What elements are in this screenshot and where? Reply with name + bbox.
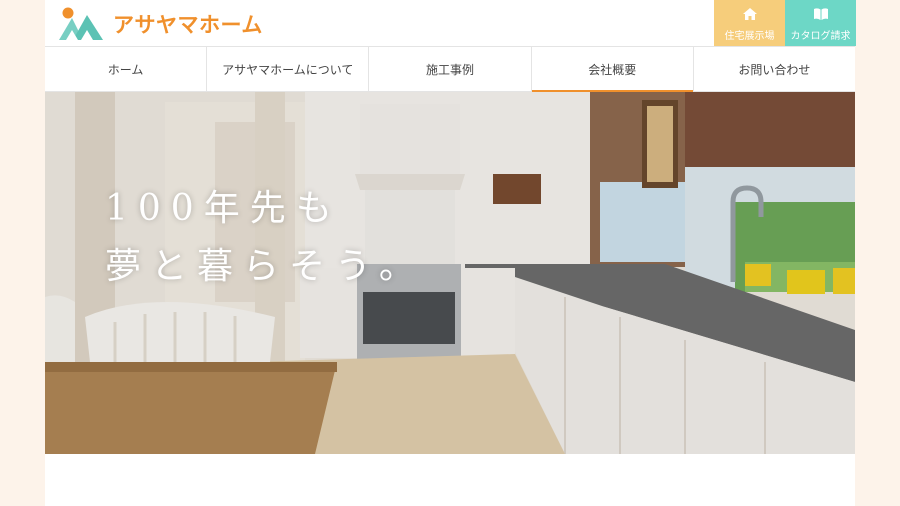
hero-line-2: 夢と暮らそう。 [105, 246, 425, 287]
showroom-label: 住宅展示場 [724, 31, 775, 42]
nav-about[interactable]: アサヤマホームについて [207, 47, 370, 91]
brand-logo[interactable]: アサヤマホーム [59, 6, 263, 42]
nav-contact[interactable]: お問い合わせ [694, 47, 855, 91]
main-nav: ホーム アサヤマホームについて 施工事例 会社概要 お問い合わせ [45, 46, 855, 92]
showroom-button[interactable]: 住宅展示場 [714, 0, 785, 46]
hero-catchphrase: 100年先も 夢と暮らそう。 [105, 180, 425, 296]
mountain-logo-icon [59, 7, 103, 40]
nav-home[interactable]: ホーム [45, 47, 208, 91]
catalog-request-button[interactable]: カタログ請求 [785, 0, 856, 46]
nav-works[interactable]: 施工事例 [369, 47, 532, 91]
hero-banner: 100年先も 夢と暮らそう。 [45, 92, 855, 454]
brand-name: アサヤマホーム [113, 13, 263, 37]
home-icon [742, 8, 757, 20]
book-icon [813, 8, 828, 20]
hero-line-1: 100年先も [105, 188, 342, 229]
catalog-label: カタログ請求 [790, 31, 851, 42]
page: アサヤマホーム 住宅展示場 カタログ請求 ホーム アサヤマホームについて 施工事… [45, 0, 856, 506]
nav-company[interactable]: 会社概要 [531, 47, 694, 92]
site-header: アサヤマホーム 住宅展示場 カタログ請求 [45, 0, 856, 46]
